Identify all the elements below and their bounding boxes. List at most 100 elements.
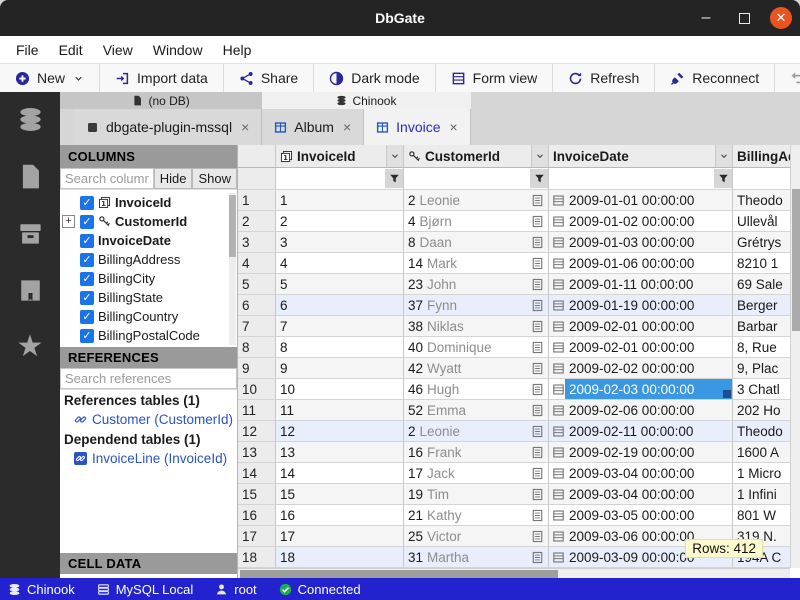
column-item-billingpostalcode[interactable]: ✓BillingPostalCode (60, 326, 237, 345)
search-references-input[interactable] (60, 368, 237, 389)
open-customer-detail-icon[interactable] (531, 362, 544, 375)
cell-invoicedate[interactable]: 2009-01-02 00:00:00 (549, 211, 733, 232)
row-number-cell[interactable]: 13 (238, 442, 276, 463)
cell-invoiceid[interactable]: 16 (276, 505, 404, 526)
cell-customerid[interactable]: 17Jack (404, 463, 549, 484)
cell-invoicedate[interactable]: 2009-02-03 00:00:00 (549, 379, 733, 400)
open-customer-detail-icon[interactable] (531, 341, 544, 354)
checkbox-checked[interactable]: ✓ (80, 196, 94, 210)
reference-link-invoiceline[interactable]: InvoiceLine (InvoiceId) (60, 449, 237, 468)
statusbar-item-root[interactable]: root (215, 582, 256, 597)
toolbar-button-dark-mode[interactable]: Dark mode (314, 64, 435, 92)
vertical-scrollbar-thumb[interactable] (792, 189, 800, 331)
cell-customerid[interactable]: 23John (404, 274, 549, 295)
cell-customerid[interactable]: 19Tim (404, 484, 549, 505)
cell-invoicedate[interactable]: 2009-03-04 00:00:00 (549, 463, 733, 484)
open-customer-detail-icon[interactable] (531, 215, 544, 228)
reference-link-customer[interactable]: Customer (CustomerId) (60, 410, 237, 429)
tab-group-header[interactable]: Chinook (262, 92, 470, 109)
cell-invoiceid[interactable]: 8 (276, 337, 404, 358)
row-number-cell[interactable]: 2 (238, 211, 276, 232)
open-customer-detail-icon[interactable] (531, 467, 544, 480)
cell-invoiceid[interactable]: 6 (276, 295, 404, 316)
cell-customerid[interactable]: 4Bjørn (404, 211, 549, 232)
tab-close-icon[interactable]: × (450, 119, 458, 135)
sidebar-item-file[interactable] (17, 163, 44, 190)
row-number-cell[interactable]: 7 (238, 316, 276, 337)
row-number-cell[interactable]: 1 (238, 190, 276, 211)
toolbar-button-form-view[interactable]: Form view (436, 64, 554, 92)
open-customer-detail-icon[interactable] (531, 299, 544, 312)
open-customer-detail-icon[interactable] (531, 509, 544, 522)
checkbox-checked[interactable]: ✓ (80, 310, 94, 324)
column-item-billingaddress[interactable]: ✓BillingAddress (60, 250, 237, 269)
filter-input-invoiceid[interactable] (276, 168, 403, 189)
tab-group-header[interactable]: (no DB) (60, 92, 262, 109)
open-customer-detail-icon[interactable] (531, 278, 544, 291)
cell-invoicedate[interactable]: 2009-02-02 00:00:00 (549, 358, 733, 379)
cell-customerid[interactable]: 31Martha (404, 547, 549, 568)
cell-invoicedate[interactable]: 2009-02-11 00:00:00 (549, 421, 733, 442)
column-sort-dropdown[interactable] (715, 145, 732, 167)
row-number-cell[interactable]: 8 (238, 337, 276, 358)
cell-invoicedate[interactable]: 2009-03-05 00:00:00 (549, 505, 733, 526)
cell-invoicedate[interactable]: 2009-01-06 00:00:00 (549, 253, 733, 274)
checkbox-checked[interactable]: ✓ (80, 329, 94, 343)
tab-invoice[interactable]: Invoice× (364, 109, 471, 145)
column-sort-dropdown[interactable] (531, 145, 548, 167)
menu-item-window[interactable]: Window (143, 36, 213, 63)
column-item-billingcountry[interactable]: ✓BillingCountry (60, 307, 237, 326)
cell-invoiceid[interactable]: 12 (276, 421, 404, 442)
filter-funnel-button[interactable] (385, 169, 403, 188)
row-number-cell[interactable]: 5 (238, 274, 276, 295)
cell-invoicedate[interactable]: 2009-02-01 00:00:00 (549, 316, 733, 337)
cell-invoicedate[interactable]: 2009-01-11 00:00:00 (549, 274, 733, 295)
filter-funnel-button[interactable] (714, 169, 732, 188)
cell-invoiceid[interactable]: 15 (276, 484, 404, 505)
sidebar-item-book[interactable] (17, 277, 44, 304)
cell-invoiceid[interactable]: 4 (276, 253, 404, 274)
tab-album[interactable]: Album× (262, 109, 364, 145)
cell-invoiceid[interactable]: 11 (276, 400, 404, 421)
cell-customerid[interactable]: 46Hugh (404, 379, 549, 400)
cell-customerid[interactable]: 2Leonie (404, 421, 549, 442)
row-number-cell[interactable]: 16 (238, 505, 276, 526)
cell-customerid[interactable]: 38Niklas (404, 316, 549, 337)
open-customer-detail-icon[interactable] (531, 530, 544, 543)
row-number-cell[interactable]: 10 (238, 379, 276, 400)
cell-customerid[interactable]: 25Victor (404, 526, 549, 547)
column-header-invoicedate[interactable]: InvoiceDate (549, 145, 733, 168)
cell-customerid[interactable]: 42Wyatt (404, 358, 549, 379)
cell-invoiceid[interactable]: 14 (276, 463, 404, 484)
menu-item-view[interactable]: View (93, 36, 143, 63)
cell-invoiceid[interactable]: 2 (276, 211, 404, 232)
cell-invoiceid[interactable]: 7 (276, 316, 404, 337)
minimize-button[interactable]: – (694, 6, 718, 30)
open-customer-detail-icon[interactable] (531, 488, 544, 501)
checkbox-checked[interactable]: ✓ (80, 291, 94, 305)
cell-customerid[interactable]: 52Emma (404, 400, 549, 421)
checkbox-checked[interactable]: ✓ (80, 234, 94, 248)
statusbar-item-mysql-local[interactable]: MySQL Local (97, 582, 194, 597)
menu-item-file[interactable]: File (6, 36, 49, 63)
open-customer-detail-icon[interactable] (531, 425, 544, 438)
toolbar-button-reconnect[interactable]: Reconnect (655, 64, 775, 92)
row-number-cell[interactable]: 3 (238, 232, 276, 253)
tab-close-icon[interactable]: × (343, 119, 351, 135)
search-columns-input[interactable] (60, 168, 154, 189)
filter-input-customerid[interactable] (404, 168, 548, 189)
filter-funnel-button[interactable] (530, 169, 548, 188)
selection-fill-handle[interactable] (723, 390, 731, 398)
row-number-cell[interactable]: 14 (238, 463, 276, 484)
cell-customerid[interactable]: 14Mark (404, 253, 549, 274)
toolbar-button-import-data[interactable]: Import data (100, 64, 224, 92)
row-number-cell[interactable]: 18 (238, 547, 276, 568)
horizontal-scrollbar-thumb[interactable] (240, 570, 558, 578)
close-button[interactable]: ✕ (770, 7, 792, 29)
open-customer-detail-icon[interactable] (531, 383, 544, 396)
toolbar-button-share[interactable]: Share (224, 64, 314, 92)
row-number-cell[interactable]: 17 (238, 526, 276, 547)
sidebar-item-database[interactable] (17, 106, 44, 133)
row-number-cell[interactable]: 15 (238, 484, 276, 505)
cell-invoiceid[interactable]: 10 (276, 379, 404, 400)
